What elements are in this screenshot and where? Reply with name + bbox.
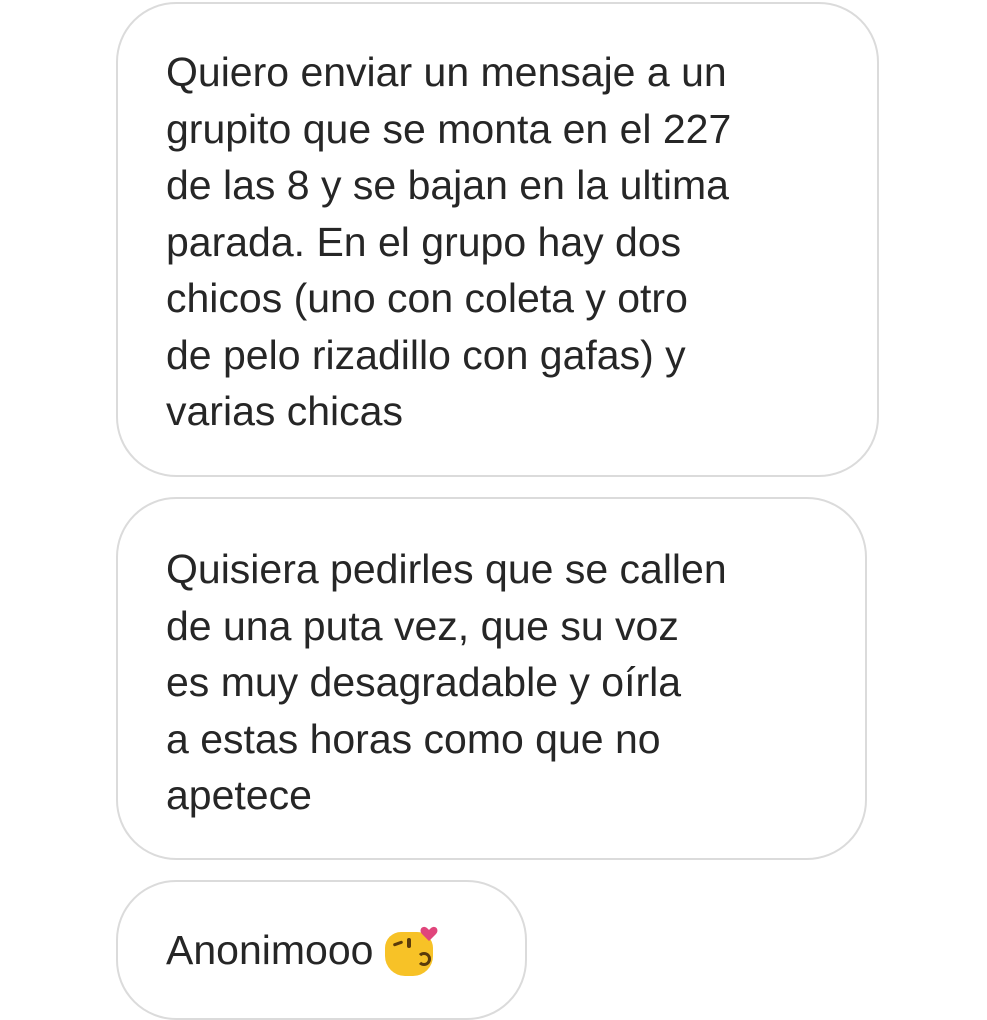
message-bubble: Quiero enviar un mensaje a un grupito qu… [116,2,879,477]
message-text: Quiero enviar un mensaje a un grupito qu… [166,49,732,434]
message-bubble: Quisiera pedirles que se callen de una p… [116,497,867,860]
message-text: Anonimooo [166,927,374,973]
message-content: Anonimooo [166,922,439,979]
message-bubble: Anonimooo [116,880,527,1020]
message-text: Quisiera pedirles que se callen de una p… [166,546,727,818]
kissing-face-emoji-icon [383,924,439,977]
